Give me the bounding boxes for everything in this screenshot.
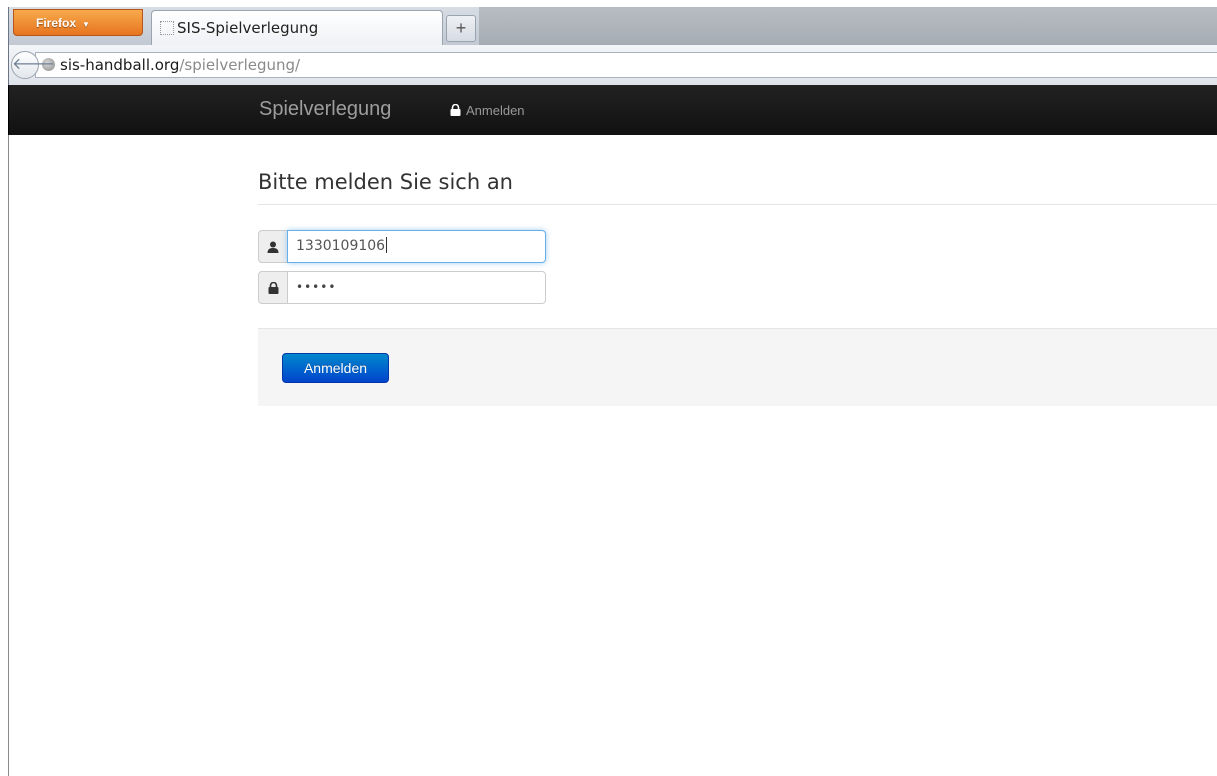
firefox-menu-button[interactable]: Firefox ▼ [13,9,143,36]
window-top-strip [0,0,1217,7]
text-caret [386,237,388,253]
form-actions: Anmelden [258,328,1217,406]
site-navbar: Spielverlegung Anmelden [8,85,1217,135]
page-favicon-icon [160,21,174,35]
page-title: Bitte melden Sie sich an [258,170,513,194]
url-path: /spielverlegung/ [179,56,301,74]
password-input-group: ••••• [258,271,546,304]
login-submit-button[interactable]: Anmelden [282,353,389,383]
browser-navigation-bar: sis-handball.org/spielverlegung/ 🡐 [8,45,1217,85]
new-tab-button[interactable]: + [446,15,476,42]
username-addon [258,230,288,263]
chevron-down-icon: ▼ [82,20,90,29]
username-value: 1330109106 [296,238,386,254]
username-input-group: 1330109106 [258,230,546,263]
heading-divider [258,204,1217,205]
tab-bar-empty-area [479,7,1217,45]
lock-icon [450,104,461,116]
user-icon [267,241,279,253]
password-input[interactable]: ••••• [287,271,546,304]
navbar-brand[interactable]: Spielverlegung [259,98,391,121]
password-value: ••••• [296,280,337,294]
url-input[interactable]: sis-handball.org/spielverlegung/ [35,52,1217,78]
lock-icon [268,281,278,294]
nav-login-link[interactable]: Anmelden [450,103,525,118]
url-host: sis-handball.org [60,56,180,74]
firefox-menu-label: Firefox [36,16,77,30]
username-input[interactable]: 1330109106 [287,230,546,263]
back-button[interactable]: 🡐 [11,51,55,79]
back-arrow-icon: 🡐 [12,56,55,73]
browser-tab[interactable]: SIS-Spielverlegung [151,10,443,46]
password-addon [258,271,288,304]
browser-tab-bar: Firefox ▼ SIS-Spielverlegung + [8,7,1217,46]
nav-login-label: Anmelden [466,103,525,118]
window-left-border [8,135,9,776]
tab-title: SIS-Spielverlegung [177,19,319,37]
